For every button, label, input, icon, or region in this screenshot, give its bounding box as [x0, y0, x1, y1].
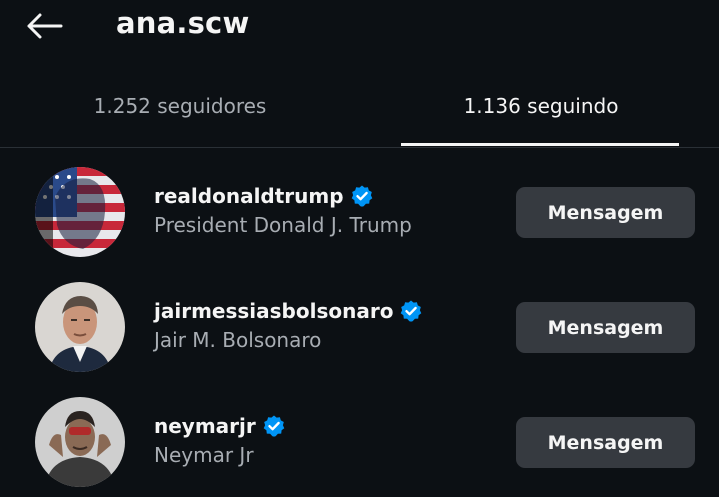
list-item[interactable]: realdonaldtrump President Donald J. Trum…: [0, 155, 719, 270]
account-handle[interactable]: realdonaldtrump: [154, 184, 344, 208]
list-item[interactable]: neymarjr Neymar Jr Mensagem: [0, 385, 719, 497]
tab-following[interactable]: 1.136 seguindo: [401, 80, 681, 146]
avatar[interactable]: [35, 397, 125, 487]
account-info: neymarjr Neymar Jr: [154, 411, 286, 467]
account-full-name: Neymar Jr: [154, 443, 254, 467]
top-bar: ana.scw: [0, 0, 719, 54]
following-screen: ana.scw 1.252 seguidores 1.136 seguindo: [0, 0, 719, 497]
account-info: jairmessiasbolsonaro Jair M. Bolsonaro: [154, 296, 423, 352]
message-button[interactable]: Mensagem: [516, 187, 695, 238]
avatar[interactable]: [35, 167, 125, 257]
list-item[interactable]: jairmessiasbolsonaro Jair M. Bolsonaro M…: [0, 270, 719, 385]
message-button[interactable]: Mensagem: [516, 417, 695, 468]
profile-username: ana.scw: [116, 6, 250, 40]
account-info: realdonaldtrump President Donald J. Trum…: [154, 181, 412, 237]
account-handle[interactable]: neymarjr: [154, 414, 256, 438]
avatar-image: [35, 167, 125, 257]
account-handle[interactable]: jairmessiasbolsonaro: [154, 299, 393, 323]
tab-followers[interactable]: 1.252 seguidores: [40, 80, 320, 146]
verified-badge-icon: [263, 415, 285, 437]
avatar-image: [35, 282, 125, 372]
account-full-name: President Donald J. Trump: [154, 213, 412, 237]
follow-tabs: 1.252 seguidores 1.136 seguindo: [0, 80, 719, 148]
avatar[interactable]: [35, 282, 125, 372]
account-full-name: Jair M. Bolsonaro: [154, 328, 322, 352]
active-tab-indicator: [401, 143, 679, 146]
avatar-image: [35, 397, 125, 487]
message-button[interactable]: Mensagem: [516, 302, 695, 353]
verified-badge-icon: [351, 185, 372, 207]
back-button[interactable]: [22, 8, 66, 44]
arrow-left-icon: [27, 13, 63, 39]
verified-badge-icon: [401, 300, 422, 322]
